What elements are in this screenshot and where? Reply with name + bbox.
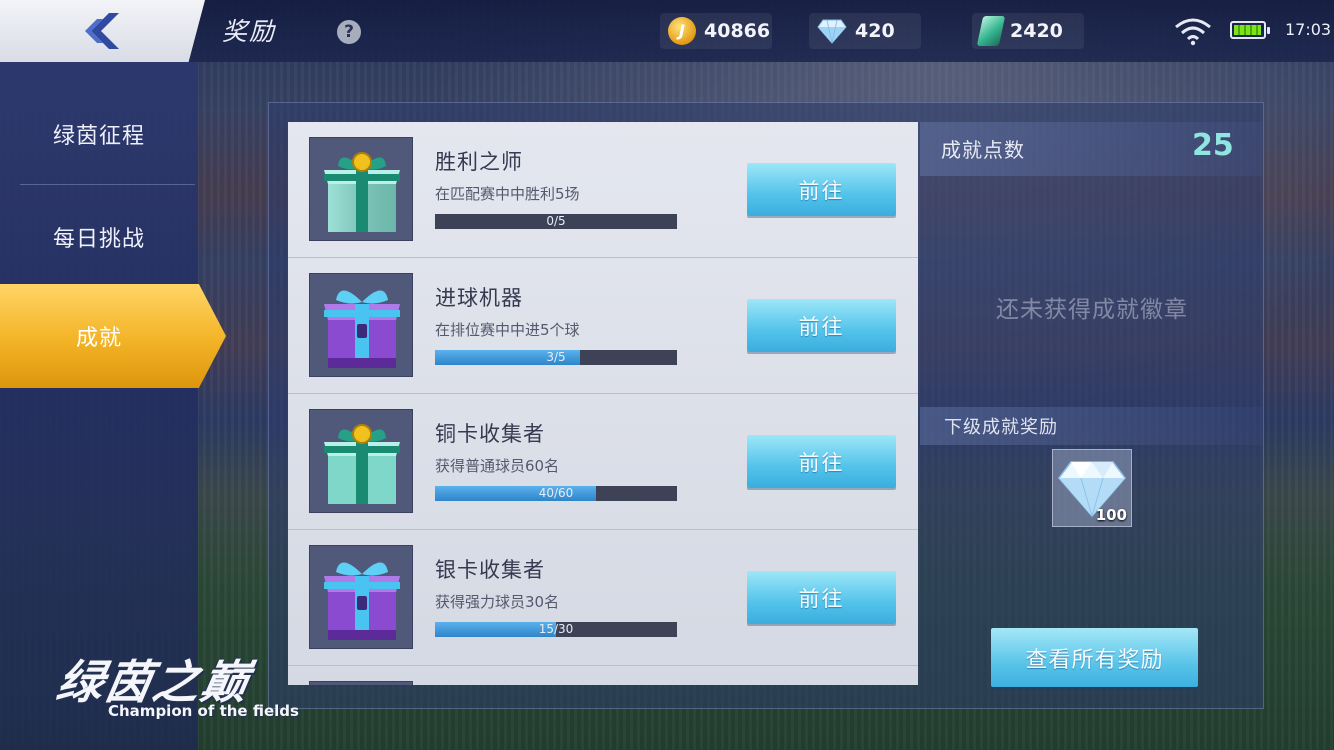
purple-gift-box-icon	[309, 273, 413, 377]
achievement-description: 获得强力球员30名	[435, 593, 560, 611]
progress-bar: 0/5	[435, 214, 677, 229]
progress-bar: 40/60	[435, 486, 677, 501]
go-button[interactable]: 前往	[747, 571, 896, 624]
points-value: 25	[1192, 128, 1234, 163]
green-gift-box-icon	[309, 137, 413, 241]
achievement-row: 铜卡收集者 获得普通球员60名 40/60 前往	[288, 394, 918, 530]
logo-subtitle: Champion of the fields	[108, 702, 299, 720]
achievement-name: 进球机器	[435, 286, 523, 310]
progress-text: 3/5	[546, 350, 566, 364]
wifi-icon	[1175, 18, 1211, 46]
reward-item[interactable]: 100	[1052, 449, 1132, 527]
diamond-icon	[817, 19, 847, 44]
sidebar-item-daily-challenge[interactable]: 每日挑战	[0, 187, 198, 287]
next-reward-label: 下级成就奖励	[944, 417, 1058, 438]
game-logo: 绿茵之巅 Champion of the fields	[53, 646, 358, 726]
go-button[interactable]: 前往	[747, 299, 896, 352]
back-button[interactable]	[0, 0, 205, 62]
green-gift-box-icon	[309, 409, 413, 513]
progress-bar: 15/30	[435, 622, 677, 637]
achievement-list[interactable]: 胜利之师 在匹配赛中中胜利5场 0/5 前往 进球机器 在排位赛中中进5个球 3…	[288, 122, 918, 685]
status-time: 17:03	[1285, 20, 1332, 39]
achievement-name: 铜卡收集者	[435, 422, 545, 446]
view-all-rewards-button[interactable]: 查看所有奖励	[991, 628, 1198, 687]
achievement-row: 银卡收集者 获得强力球员30名 15/30 前往	[288, 530, 918, 666]
achievement-row: 胜利之师 在匹配赛中中胜利5场 0/5 前往	[288, 122, 918, 258]
achievement-name: 银卡收集者	[435, 558, 545, 582]
battery-icon	[1230, 21, 1270, 39]
sidebar-divider	[20, 184, 195, 185]
no-badge-text: 还未获得成就徽章	[996, 297, 1188, 323]
achievement-description: 在匹配赛中中胜利5场	[435, 185, 580, 203]
achievement-name: 胜利之师	[435, 150, 523, 174]
diamond-counter: 420	[809, 13, 921, 49]
chevron-left-icon	[84, 13, 119, 49]
achievement-row: 进球机器 在排位赛中中进5个球 3/5 前往	[288, 258, 918, 394]
achievement-description: 在排位赛中中进5个球	[435, 321, 580, 339]
sidebar-item-journey[interactable]: 绿茵征程	[0, 84, 198, 184]
points-label: 成就点数	[941, 138, 1025, 162]
diamond-value: 420	[855, 20, 895, 42]
page-title: 奖励	[222, 17, 277, 46]
go-button[interactable]: 前往	[747, 435, 896, 488]
coin-counter: J 40866	[660, 13, 772, 49]
progress-text: 0/5	[546, 214, 566, 228]
sidebar-item-achievements[interactable]: 成就	[0, 284, 226, 388]
achievement-description: 获得普通球员60名	[435, 457, 560, 475]
question-mark-icon[interactable]: ?	[337, 20, 361, 44]
ticket-value: 2420	[1010, 20, 1063, 42]
go-button[interactable]: 前往	[747, 163, 896, 216]
purple-gift-box-icon	[309, 545, 413, 649]
reward-count: 100	[1095, 506, 1127, 524]
progress-text: 15/30	[538, 622, 574, 636]
progress-bar: 3/5	[435, 350, 677, 365]
coin-icon: J	[668, 17, 696, 45]
ticket-counter: 2420	[972, 13, 1084, 49]
coin-value: 40866	[704, 20, 771, 42]
progress-text: 40/60	[538, 486, 574, 500]
